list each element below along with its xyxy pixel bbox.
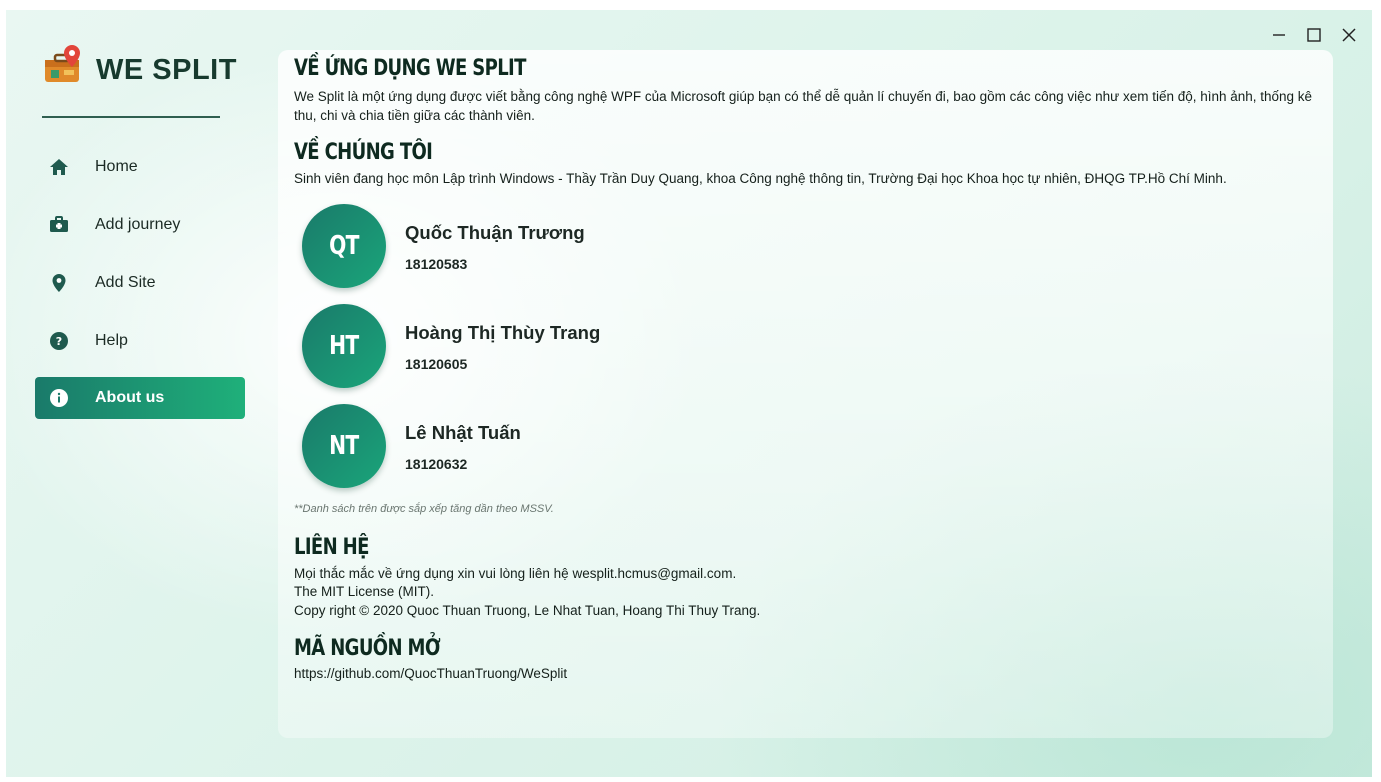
sidebar-item-add-site[interactable]: Add Site	[35, 262, 245, 304]
about-us-text: Sinh viên đang học môn Lập trình Windows…	[294, 171, 1227, 186]
sidebar-item-label: Add journey	[95, 216, 181, 233]
about-app-text: We Split là một ứng dụng được viết bằng …	[294, 89, 1313, 123]
close-button[interactable]	[1338, 24, 1360, 46]
member-name: Hoàng Thị Thùy Trang	[405, 322, 601, 343]
close-icon	[1342, 28, 1356, 42]
member-card: HT Hoàng Thị Thùy Trang 18120605	[302, 304, 902, 390]
sidebar-item-label: Home	[95, 158, 138, 175]
member-card: QT Quốc Thuận Trương 18120583	[302, 204, 902, 290]
info-icon	[49, 388, 69, 408]
sidebar-item-help[interactable]: ? Help	[35, 320, 245, 362]
sort-note: **Danh sách trên được sắp xếp tăng dần t…	[294, 503, 554, 515]
sidebar-item-add-journey[interactable]: Add journey	[35, 204, 245, 246]
member-id: 18120583	[405, 256, 468, 272]
avatar: QT	[302, 204, 386, 288]
copyright-line: Copy right © 2020 Quoc Thuan Truong, Le …	[294, 603, 761, 618]
license-line: The MIT License (MIT).	[294, 584, 435, 599]
member-id: 18120632	[405, 456, 468, 472]
member-name: Lê Nhật Tuấn	[405, 422, 521, 443]
member-name: Quốc Thuận Trương	[405, 222, 585, 243]
maximize-button[interactable]	[1303, 24, 1325, 46]
contact-title: LIÊN HỆ	[294, 535, 369, 560]
sidebar-item-home[interactable]: Home	[35, 146, 245, 188]
svg-text:?: ?	[56, 335, 62, 348]
sidebar-item-label: Add Site	[95, 274, 156, 291]
app-logo-icon	[45, 45, 80, 82]
open-source-title: MÃ NGUỒN MỞ	[294, 636, 441, 661]
member-card: NT Lê Nhật Tuấn 18120632	[302, 404, 902, 490]
sidebar-item-about-us[interactable]: About us	[35, 377, 245, 419]
minimize-button[interactable]	[1268, 24, 1290, 46]
about-us-title: VỀ CHÚNG TÔI	[294, 140, 433, 165]
home-icon	[49, 157, 69, 177]
app-name: WE SPLIT	[96, 54, 237, 86]
briefcase-icon	[49, 215, 69, 235]
sidebar-item-label: Help	[95, 332, 128, 349]
app-window: WE SPLIT Home Add journey Add Site ? Hel…	[6, 10, 1372, 777]
sidebar-item-label: About us	[95, 389, 165, 406]
location-pin-icon	[49, 273, 69, 293]
divider	[42, 116, 220, 118]
avatar: HT	[302, 304, 386, 388]
help-icon: ?	[49, 331, 69, 351]
contact-line: Mọi thắc mắc về ứng dụng xin vui lòng li…	[294, 566, 737, 581]
avatar: NT	[302, 404, 386, 488]
minimize-icon	[1273, 34, 1285, 36]
member-id: 18120605	[405, 356, 468, 372]
maximize-icon	[1307, 28, 1321, 42]
about-app-title: VỀ ỨNG DỤNG WE SPLIT	[294, 56, 526, 81]
about-content-panel: VỀ ỨNG DỤNG WE SPLIT We Split là một ứng…	[278, 50, 1333, 738]
repo-link[interactable]: https://github.com/QuocThuanTruong/WeSpl…	[294, 664, 1334, 683]
